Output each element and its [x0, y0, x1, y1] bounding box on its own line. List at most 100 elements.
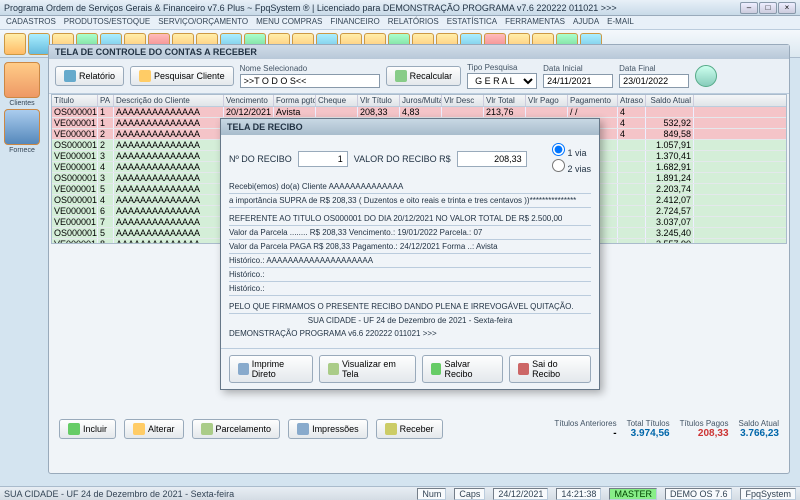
- pesquisar-cliente-button[interactable]: Pesquisar Cliente: [130, 66, 234, 86]
- col-header[interactable]: Título: [52, 95, 98, 106]
- incluir-button[interactable]: Incluir: [59, 419, 116, 439]
- di-input[interactable]: [543, 74, 613, 88]
- clientes-icon[interactable]: [4, 62, 40, 98]
- status-sys: FpqSystem: [740, 488, 796, 500]
- go-button[interactable]: [695, 65, 717, 87]
- col-header[interactable]: Cheque: [316, 95, 358, 106]
- menu-cadastros[interactable]: CADASTROS: [6, 17, 56, 28]
- tipo-field: Tipo Pesquisa G E R A L: [467, 63, 537, 89]
- modal-buttons: Imprime Direto Visualizar em Tela Salvar…: [221, 348, 599, 389]
- check-icon: [431, 363, 442, 375]
- grid-header: TítuloPADescrição do ClienteVencimentoFo…: [52, 95, 786, 107]
- panel-title: TELA DE CONTROLE DO CONTAS A RECEBER: [49, 45, 789, 59]
- status-caps: Caps: [454, 488, 485, 500]
- df-input[interactable]: [619, 74, 689, 88]
- print-icon: [297, 423, 309, 435]
- t4-value: 3.766,23: [739, 428, 779, 439]
- imprime-button[interactable]: Imprime Direto: [229, 355, 313, 383]
- status-date: 24/12/2021: [493, 488, 548, 500]
- modal-line: Valor da Parcela PAGA R$ 208,33 Pagament…: [229, 240, 591, 254]
- modal-line: DEMONSTRAÇÃO PROGRAMA v6.6 220222 011021…: [229, 327, 591, 340]
- col-header[interactable]: PA: [98, 95, 114, 106]
- col-header[interactable]: Vlr Total: [484, 95, 526, 106]
- impressoes-button[interactable]: Impressões: [288, 419, 368, 439]
- table-row[interactable]: OS0000011AAAAAAAAAAAAAA20/12/2021Avista2…: [52, 107, 786, 118]
- col-header[interactable]: Atraso: [618, 95, 646, 106]
- nome-field: Nome Selecionado: [240, 64, 380, 88]
- sair-button[interactable]: Sai do Recibo: [509, 355, 591, 383]
- left-sidebar: Clientes Fornece: [2, 60, 42, 154]
- menu-relatorios[interactable]: RELATÓRIOS: [388, 17, 439, 28]
- menu-produtos[interactable]: PRODUTOS/ESTOQUE: [64, 17, 150, 28]
- col-header[interactable]: Pagamento: [568, 95, 618, 106]
- receber-button[interactable]: Receber: [376, 419, 443, 439]
- valor-input[interactable]: [457, 151, 527, 167]
- fornece-label: Fornece: [2, 147, 42, 154]
- col-header[interactable]: Vlr Desc: [442, 95, 484, 106]
- modal-line: Valor da Parcela ........ R$ 208,33 Venc…: [229, 226, 591, 240]
- menu-financeiro[interactable]: FINANCEIRO: [330, 17, 379, 28]
- status-demo: DEMO OS 7.6: [665, 488, 733, 500]
- menu-servico[interactable]: SERVIÇO/ORÇAMENTO: [158, 17, 248, 28]
- menu-ajuda[interactable]: AJUDA: [573, 17, 599, 28]
- num-label: Nº DO RECIBO: [229, 154, 292, 164]
- menubar: CADASTROS PRODUTOS/ESTOQUE SERVIÇO/ORÇAM…: [0, 16, 800, 30]
- tb-icon[interactable]: [4, 33, 26, 55]
- relatorio-button[interactable]: Relatório: [55, 66, 124, 86]
- modal-line: Histórico.:: [229, 282, 591, 296]
- window-buttons: – □ ×: [740, 2, 796, 14]
- menu-estatistica[interactable]: ESTATÍSTICA: [447, 17, 497, 28]
- t3-value: 208,33: [680, 428, 729, 439]
- menu-ferramentas[interactable]: FERRAMENTAS: [505, 17, 565, 28]
- menu-email[interactable]: E-MAIL: [607, 17, 634, 28]
- col-header[interactable]: Descrição do Cliente: [114, 95, 224, 106]
- num-input[interactable]: [298, 151, 348, 167]
- valor-label: VALOR DO RECIBO R$: [354, 154, 451, 164]
- bottom-buttons: Incluir Alterar Parcelamento Impressões …: [55, 415, 783, 443]
- modal-line: Histórico.: AAAAAAAAAAAAAAAAAAAA: [229, 254, 591, 268]
- modal-line: REFERENTE AO TITULO OS000001 DO DIA 20/1…: [229, 212, 591, 226]
- t3-label: Títulos Pagos: [680, 419, 729, 428]
- tb-icon[interactable]: [28, 33, 50, 55]
- parcelamento-button[interactable]: Parcelamento: [192, 419, 281, 439]
- t2-value: 3.974,56: [627, 428, 670, 439]
- tipo-select[interactable]: G E R A L: [467, 73, 537, 89]
- via1-radio[interactable]: 1 via: [552, 143, 591, 158]
- col-header[interactable]: Vlr Pago: [526, 95, 568, 106]
- col-header[interactable]: Saldo Atual: [646, 95, 694, 106]
- maximize-button[interactable]: □: [759, 2, 777, 14]
- split-icon: [201, 423, 213, 435]
- col-header[interactable]: Juros/Multa: [400, 95, 442, 106]
- plus-icon: [68, 423, 80, 435]
- clientes-label: Clientes: [2, 100, 42, 107]
- window-title: Programa Ordem de Serviços Gerais & Fina…: [4, 3, 740, 13]
- preview-icon: [328, 363, 339, 375]
- t1-label: Títulos Anteriores: [554, 419, 616, 428]
- totals: Títulos Anteriores- Total Títulos3.974,5…: [554, 419, 779, 439]
- col-header[interactable]: Vlr Título: [358, 95, 400, 106]
- alterar-button[interactable]: Alterar: [124, 419, 184, 439]
- status-time: 14:21:38: [556, 488, 601, 500]
- minimize-button[interactable]: –: [740, 2, 758, 14]
- modal-line: Histórico.:: [229, 268, 591, 282]
- visualizar-button[interactable]: Visualizar em Tela: [319, 355, 416, 383]
- edit-icon: [133, 423, 145, 435]
- tipo-label: Tipo Pesquisa: [467, 63, 537, 72]
- money-icon: [385, 423, 397, 435]
- t2-label: Total Títulos: [627, 419, 670, 428]
- status-left: SUA CIDADE - UF 24 de Dezembro de 2021 -…: [4, 489, 234, 499]
- salvar-button[interactable]: Salvar Recibo: [422, 355, 504, 383]
- close-button[interactable]: ×: [778, 2, 796, 14]
- menu-compras[interactable]: MENU COMPRAS: [256, 17, 322, 28]
- nome-input[interactable]: [240, 74, 380, 88]
- col-header[interactable]: Vencimento: [224, 95, 274, 106]
- col-header[interactable]: Forma pgto: [274, 95, 316, 106]
- exit-icon: [518, 363, 529, 375]
- titlebar: Programa Ordem de Serviços Gerais & Fina…: [0, 0, 800, 16]
- fornece-icon[interactable]: [4, 109, 40, 145]
- report-icon: [64, 70, 76, 82]
- recalcular-button[interactable]: Recalcular: [386, 66, 462, 86]
- t4-label: Saldo Atual: [739, 419, 779, 428]
- status-master: MASTER: [609, 488, 657, 500]
- via2-radio[interactable]: 2 vias: [552, 159, 591, 174]
